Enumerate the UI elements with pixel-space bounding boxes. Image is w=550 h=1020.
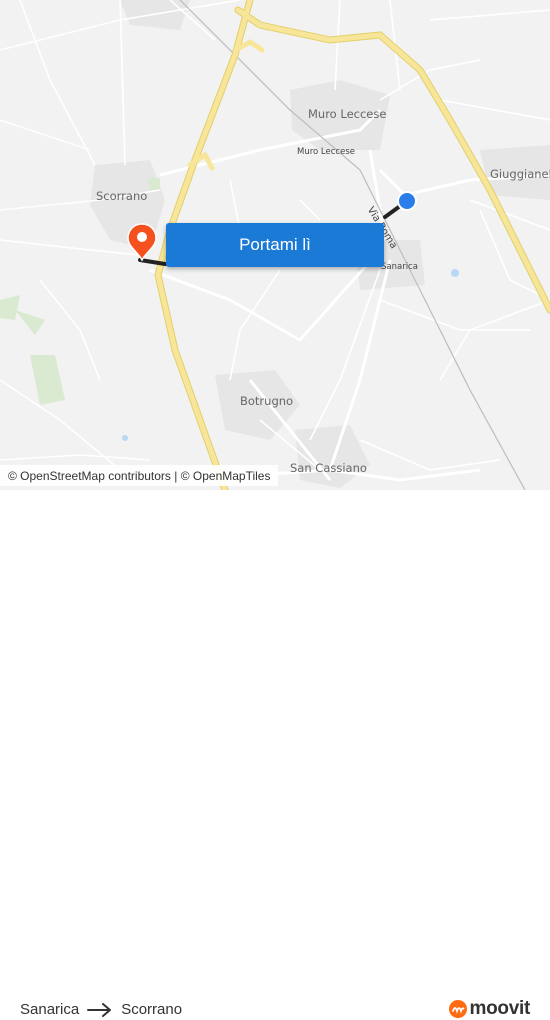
origin-marker[interactable] [399, 193, 415, 209]
place-label: Botrugno [240, 394, 294, 408]
place-label: Muro Leccese [297, 147, 355, 157]
arrow-right-icon [87, 1002, 112, 1017]
map[interactable]: Muro Leccese Muro Leccese Scorrano Giugg… [0, 0, 550, 490]
destination-name: Scorrano [121, 1001, 183, 1018]
map-attribution[interactable]: © OpenStreetMap contributors | © OpenMap… [0, 465, 279, 486]
route-summary: Sanarica Scorrano [20, 1001, 182, 1018]
place-label: Sanarica [381, 262, 418, 272]
portami-li-button[interactable]: Portami lì [166, 223, 384, 267]
moovit-logo-icon [448, 1000, 467, 1018]
place-label: San Cassiano [290, 461, 367, 475]
origin-name: Sanarica [20, 1001, 80, 1018]
place-label: Scorrano [96, 189, 148, 203]
footer: Sanarica Scorrano moovit [0, 490, 550, 1019]
moovit-logo[interactable]: moovit [448, 998, 531, 1020]
place-label: Giuggianello [490, 167, 550, 181]
place-label: Muro Leccese [308, 107, 387, 121]
moovit-wordmark: moovit [469, 998, 531, 1019]
